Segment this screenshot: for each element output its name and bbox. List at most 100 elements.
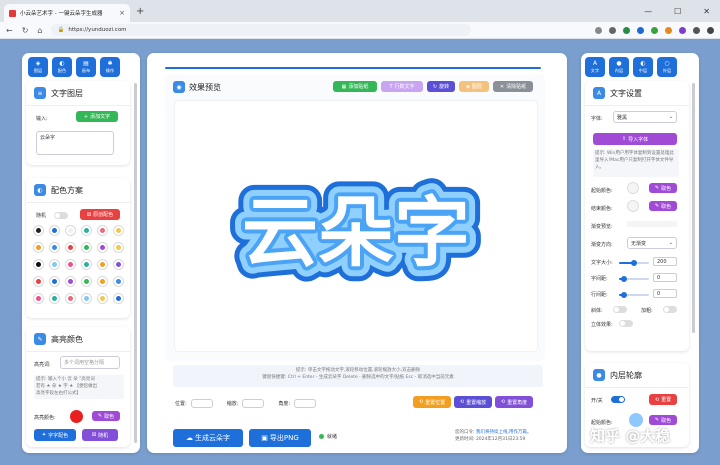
- minimize-icon[interactable]: —: [644, 7, 652, 16]
- export-png-button[interactable]: ▣ 导出PNG: [249, 429, 311, 447]
- palette-swatch[interactable]: [82, 277, 91, 286]
- font-size-slider[interactable]: [619, 260, 649, 266]
- position-input[interactable]: [190, 399, 213, 408]
- letter-spacing-slider[interactable]: [619, 276, 649, 282]
- palette-swatch[interactable]: [114, 277, 123, 286]
- palette-swatch[interactable]: [34, 294, 43, 303]
- cloud-text-art[interactable]: 云朵字 云朵字 云朵字: [175, 101, 537, 351]
- palette-swatch[interactable]: [114, 260, 123, 269]
- palette-swatch[interactable]: [66, 260, 75, 269]
- maximize-icon[interactable]: ☐: [674, 7, 681, 16]
- random-toggle[interactable]: [54, 212, 68, 219]
- generate-button[interactable]: ☁ 生成云朵字: [173, 429, 243, 447]
- pick-color-button[interactable]: ✎ 取色: [92, 411, 120, 421]
- line-text-button[interactable]: T 行数文字: [381, 81, 423, 92]
- palette-swatch[interactable]: [114, 243, 123, 252]
- nav-inner-button[interactable]: ● 内层: [609, 57, 629, 77]
- nav-actions-button[interactable]: ✱ 操作: [100, 57, 120, 77]
- nav-layers-button[interactable]: ◈ 图层: [28, 57, 48, 77]
- rotate-button[interactable]: ↻ 旋转: [427, 81, 455, 92]
- palette-swatch[interactable]: [34, 243, 43, 252]
- bold-toggle[interactable]: [663, 306, 677, 313]
- left-scrollbar[interactable]: [134, 83, 137, 443]
- palette-swatch[interactable]: [50, 294, 59, 303]
- nav-text-button[interactable]: A 文字: [585, 57, 605, 77]
- reader-icon[interactable]: [595, 26, 602, 34]
- inner-reset-button[interactable]: ⟲ 重置: [649, 394, 677, 405]
- add-text-button[interactable]: + 添加文字: [76, 111, 118, 122]
- layer-button[interactable]: ◈ 图层: [459, 81, 489, 92]
- home-icon[interactable]: ⌂: [37, 26, 42, 35]
- back-icon[interactable]: ←: [6, 26, 13, 35]
- add-sticker-button[interactable]: ▦ 添加贴纸: [333, 81, 377, 92]
- palette-swatch[interactable]: [34, 277, 43, 286]
- import-font-button[interactable]: ⇪ 导入字体: [593, 133, 677, 145]
- font-size-input[interactable]: 200: [653, 257, 677, 266]
- reload-icon[interactable]: ↻: [22, 26, 29, 35]
- star-icon[interactable]: [609, 26, 616, 34]
- new-tab-icon[interactable]: +: [136, 6, 144, 17]
- palette-swatch[interactable]: [98, 277, 107, 286]
- extension-icon[interactable]: [651, 26, 658, 34]
- text-input[interactable]: 云朵字: [36, 131, 114, 155]
- palette-swatch[interactable]: [50, 243, 59, 252]
- palette-swatch[interactable]: [50, 226, 59, 235]
- window-close-icon[interactable]: ✕: [703, 7, 710, 16]
- palette-swatch[interactable]: [82, 260, 91, 269]
- inner-outline-toggle[interactable]: [611, 396, 625, 403]
- highlight-random-button[interactable]: ⚄ 随机: [82, 429, 118, 441]
- reset-angle-button[interactable]: ⟲ 重置角度: [495, 396, 533, 408]
- stereo-toggle[interactable]: [619, 320, 633, 327]
- smart-color-button[interactable]: ✦ 字字配色: [34, 429, 76, 441]
- letter-spacing-input[interactable]: 0: [653, 273, 677, 282]
- address-bar[interactable]: 🔒 https://yunduozi.com: [51, 24, 472, 36]
- angle-input[interactable]: [294, 399, 317, 408]
- inner-pick-color-button[interactable]: ✎ 取色: [649, 415, 677, 425]
- palette-swatch[interactable]: [114, 226, 123, 235]
- palette-swatch[interactable]: [66, 277, 75, 286]
- nav-canvas-button[interactable]: ▤ 画布: [76, 57, 96, 77]
- palette-swatch[interactable]: [98, 243, 107, 252]
- palette-swatch[interactable]: [66, 226, 75, 235]
- palette-swatch[interactable]: [66, 243, 75, 252]
- palette-swatch[interactable]: [98, 260, 107, 269]
- palette-swatch[interactable]: [82, 294, 91, 303]
- line-spacing-input[interactable]: 0: [653, 289, 677, 298]
- clear-stickers-button[interactable]: ✕ 清除贴纸: [493, 81, 533, 92]
- nav-palette-button[interactable]: ◐ 配色: [52, 57, 72, 77]
- scale-input[interactable]: [242, 399, 265, 408]
- download-icon[interactable]: [693, 26, 700, 34]
- line-spacing-slider[interactable]: [619, 292, 649, 298]
- menu-icon[interactable]: [707, 26, 714, 34]
- palette-swatch[interactable]: [98, 226, 107, 235]
- preview-canvas[interactable]: 云朵字 云朵字 云朵字: [175, 101, 537, 351]
- highlight-color-swatch[interactable]: [70, 410, 83, 423]
- browser-tab[interactable]: 小云朵艺术字 - 一键云朵字生成器 ×: [4, 4, 130, 22]
- random-palette-button[interactable]: ⚄ 原创配色: [80, 209, 120, 220]
- nav-middle-button[interactable]: ◐ 中层: [633, 57, 653, 77]
- font-select[interactable]: 雅黑 ⌄: [613, 111, 677, 123]
- end-color-swatch[interactable]: [627, 200, 639, 212]
- palette-swatch[interactable]: [34, 260, 43, 269]
- palette-swatch[interactable]: [98, 294, 107, 303]
- reset-scale-button[interactable]: ⟲ 重置缩放: [454, 396, 492, 408]
- palette-swatch[interactable]: [82, 243, 91, 252]
- start-color-pick-button[interactable]: ✎ 取色: [649, 183, 677, 193]
- palette-swatch[interactable]: [82, 226, 91, 235]
- gradient-direction-select[interactable]: 无渐变 ⌄: [627, 237, 677, 249]
- palette-swatch[interactable]: [50, 277, 59, 286]
- palette-swatch[interactable]: [50, 260, 59, 269]
- extension-icon[interactable]: [623, 26, 630, 34]
- close-icon[interactable]: ×: [119, 9, 125, 17]
- palette-swatch[interactable]: [114, 294, 123, 303]
- reset-position-button[interactable]: ⟲ 重置位置: [413, 396, 451, 408]
- extension-icon[interactable]: [679, 26, 686, 34]
- extension-icon[interactable]: [637, 26, 644, 34]
- right-scrollbar[interactable]: [692, 83, 695, 333]
- end-color-pick-button[interactable]: ✎ 取色: [649, 201, 677, 211]
- palette-swatch[interactable]: [34, 226, 43, 235]
- keyword-input[interactable]: 多个词用空格分隔: [60, 356, 120, 369]
- extension-icon[interactable]: [665, 26, 672, 34]
- start-color-swatch[interactable]: [627, 182, 639, 194]
- nav-outer-button[interactable]: ○ 外层: [657, 57, 677, 77]
